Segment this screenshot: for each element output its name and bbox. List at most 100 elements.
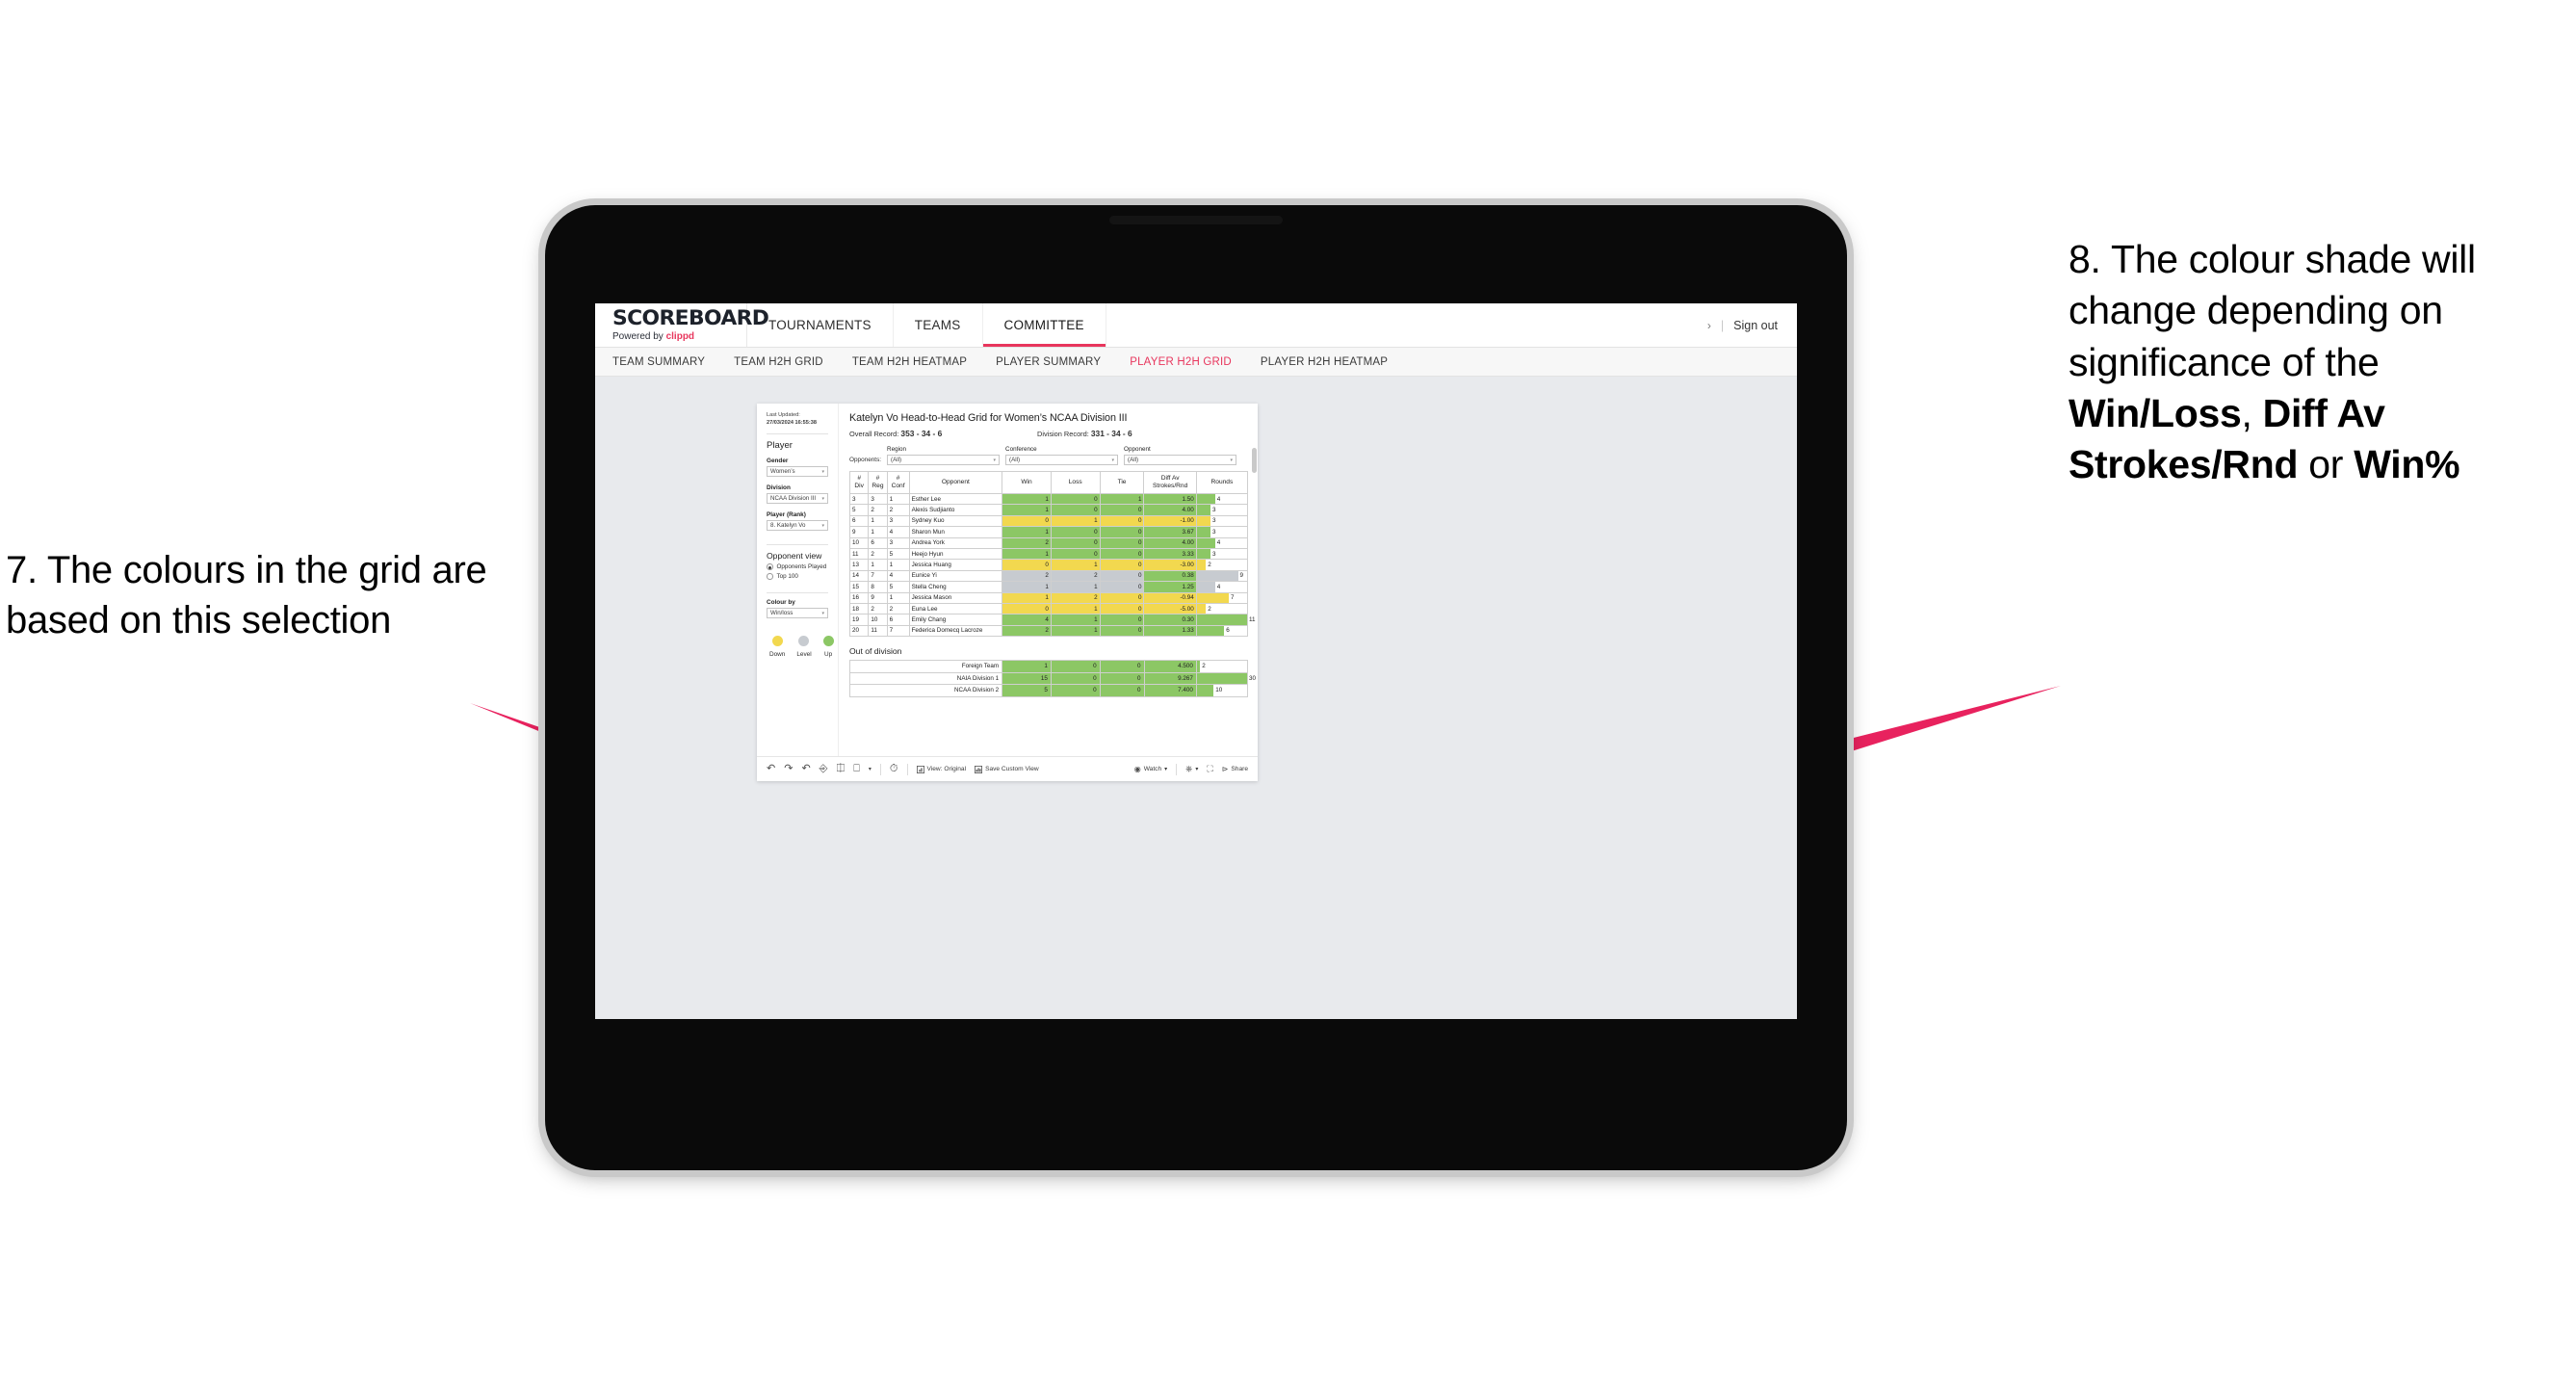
cell-win: 1 (1002, 660, 1052, 673)
table-row[interactable]: 5 2 2 Alexis Sudjianto 1 0 0 4.00 3 (848, 504, 1249, 516)
cell-tie: 0 (1099, 559, 1145, 571)
table-row[interactable]: 20 11 7 Federica Domecq Lacroze 2 1 0 1.33 6 (848, 624, 1249, 638)
col-win[interactable]: Win (1002, 471, 1052, 494)
col-reg[interactable]: # Reg (868, 471, 888, 494)
redo-icon[interactable]: ↷ (784, 764, 793, 774)
save-custom-view-button[interactable]: Save Custom View (975, 765, 1039, 773)
col-diff[interactable]: Diff Av Strokes/Rnd (1143, 471, 1197, 494)
cell-opponent: Alexis Sudjianto (908, 504, 1003, 516)
legend-dot-down (771, 636, 783, 647)
overall-record: Overall Record: 353 - 34 - 6 (849, 429, 1037, 438)
table-row[interactable]: 9 1 4 Sharon Mun 1 0 0 3.67 3 (848, 526, 1249, 538)
cell-reg: 1 (868, 514, 888, 528)
radio-opponents-played[interactable]: Opponents Played (767, 563, 828, 570)
col-loss[interactable]: Loss (1050, 471, 1101, 494)
cell-rounds: 3 (1195, 504, 1249, 516)
table-row[interactable]: Foreign Team 1 0 0 4.500 2 (848, 660, 1249, 673)
cell-loss: 0 (1050, 536, 1101, 549)
undo-icon[interactable]: ↶ (767, 764, 775, 774)
col-conf[interactable]: # Conf (886, 471, 910, 494)
chevron-right-icon[interactable]: › (1707, 319, 1711, 332)
table-row[interactable]: 15 8 5 Stella Cheng 1 1 0 1.25 4 (848, 581, 1249, 593)
subnav-item-player-summary[interactable]: PLAYER SUMMARY (996, 356, 1101, 368)
pause-auto-updates-icon[interactable]: ⏱ (890, 764, 898, 774)
cell-reg: 1 (868, 526, 888, 538)
annotation-8-text: 8. The colour shade will change dependin… (2069, 234, 2569, 490)
share-button[interactable]: ⊳ Share (1221, 764, 1248, 773)
refresh-data-icon[interactable]: ⎆ (820, 764, 828, 774)
colour-by-select[interactable]: Win/loss ▾ (767, 608, 828, 619)
annotation-8-bold3: Win% (2354, 442, 2460, 487)
filter-conference-select[interactable]: (All) ▾ (1005, 455, 1119, 465)
cell-div: 18 (848, 602, 870, 615)
highlight-icon[interactable]: ⎕ (853, 764, 860, 774)
cell-loss: 1 (1050, 559, 1101, 571)
col-rounds[interactable]: Rounds (1195, 471, 1249, 494)
nav-item-committee[interactable]: COMMITTEE (982, 303, 1106, 347)
table-row[interactable]: 16 9 1 Jessica Mason 1 2 0 -0.94 7 (848, 591, 1249, 604)
view-title: Katelyn Vo Head-to-Head Grid for Women’s… (849, 412, 1128, 424)
app-header: SCOREBOARD Powered by clippd TOURNAMENTS… (595, 303, 1797, 348)
sign-out-button[interactable]: Sign out (1733, 319, 1778, 332)
chevron-down-icon[interactable]: ▾ (869, 767, 872, 772)
table-row[interactable]: NCAA Division 2 5 0 0 7.400 10 (848, 684, 1249, 697)
dashboard-canvas: Last Updated: 27/03/2024 16:55:38 Player… (595, 377, 1797, 1018)
subnav-item-team-h2h-heatmap[interactable]: TEAM H2H HEATMAP (852, 356, 967, 368)
cell-conf: 4 (886, 569, 910, 583)
vertical-scrollbar[interactable] (1252, 448, 1257, 473)
col-tie[interactable]: Tie (1099, 471, 1145, 494)
cell-diff: 1.33 (1143, 624, 1197, 638)
col-opponent[interactable]: Opponent (908, 471, 1003, 494)
nav-item-teams[interactable]: TEAMS (894, 303, 983, 347)
powered-prefix: Powered by (612, 331, 666, 342)
cell-diff: 7.400 (1143, 684, 1197, 697)
filter-region-select[interactable]: (All) ▾ (887, 455, 1001, 465)
rounds-value: 30 (1249, 674, 1257, 682)
table-row[interactable]: 10 6 3 Andrea York 2 0 0 4.00 4 (848, 536, 1249, 549)
cell-reg: 6 (868, 536, 888, 549)
cell-diff: 3.67 (1143, 526, 1197, 538)
cell-opponent: NAIA Division 1 (848, 671, 1003, 686)
divider-1 (767, 433, 828, 435)
subnav-item-team-h2h-grid[interactable]: TEAM H2H GRID (734, 356, 823, 368)
table-row[interactable]: 6 1 3 Sydney Kuo 0 1 0 -1.00 3 (848, 514, 1249, 528)
cell-loss: 1 (1050, 514, 1101, 528)
gender-select[interactable]: Women’s ▾ (767, 466, 828, 478)
subnav-item-team-summary[interactable]: TEAM SUMMARY (612, 356, 705, 368)
revert-icon[interactable]: ↶ (801, 764, 810, 774)
view-original-button[interactable]: View: Original (916, 765, 966, 773)
out-of-division-table: Foreign Team 1 0 0 4.500 2 NAIA Division 1 15 0 0… (848, 660, 1256, 697)
cell-conf: 1 (886, 591, 910, 604)
watch-button[interactable]: ◉ Watch ▾ (1134, 765, 1167, 773)
brand-logo[interactable]: SCOREBOARD Powered by clippd (595, 303, 769, 347)
division-select[interactable]: NCAA Division III ▾ (767, 493, 828, 505)
fullscreen-button[interactable]: ⛶ (1207, 765, 1212, 773)
cell-win: 2 (1002, 624, 1052, 638)
workbook-toolbar: ↶ ↷ ↶ ⎆ ⎅ ⎕ ▾ ⏱ View: Original Save Cust… (757, 756, 1258, 781)
col-div[interactable]: # Div (848, 471, 870, 494)
download-button[interactable]: ⎈ ▾ (1185, 765, 1198, 773)
radio-label-opponents-played: Opponents Played (776, 563, 827, 571)
table-row[interactable]: 19 10 6 Emily Chang 4 1 0 0.30 11 (848, 614, 1256, 626)
radio-top-100[interactable]: Top 100 (767, 573, 828, 580)
table-row[interactable]: NAIA Division 1 15 0 0 9.267 30 (848, 671, 1256, 686)
subnav-item-player-h2h-grid[interactable]: PLAYER H2H GRID (1130, 356, 1232, 368)
table-row[interactable]: 14 7 4 Eunice Yi 2 2 0 0.38 9 (848, 569, 1249, 583)
last-updated-label: Last Updated: (767, 412, 800, 418)
table-row[interactable]: 3 3 1 Esther Lee 1 0 1 1.50 4 (848, 492, 1249, 506)
cell-loss: 1 (1050, 581, 1101, 593)
player-rank-select[interactable]: 8. Katelyn Vo ▾ (767, 520, 828, 532)
legend-item-up: Up (822, 636, 834, 658)
subnav-item-player-h2h-heatmap[interactable]: PLAYER H2H HEATMAP (1261, 356, 1388, 368)
table-row[interactable]: 13 1 1 Jessica Huang 0 1 0 -3.00 2 (848, 559, 1249, 571)
filter-opponent-select[interactable]: (All) ▾ (1124, 455, 1237, 465)
table-row[interactable]: 18 2 2 Euna Lee 0 1 0 -5.00 2 (848, 602, 1249, 615)
table-row[interactable]: 11 2 5 Heejo Hyun 1 0 0 3.33 3 (848, 547, 1249, 561)
cell-div: 20 (848, 624, 870, 638)
nav-item-tournaments[interactable]: TOURNAMENTS (747, 303, 894, 347)
cell-tie: 0 (1099, 660, 1145, 673)
share-icon: ⊳ (1221, 764, 1229, 773)
pause-updates-icon[interactable]: ⎅ (836, 764, 845, 774)
rounds-bar (1196, 582, 1215, 592)
